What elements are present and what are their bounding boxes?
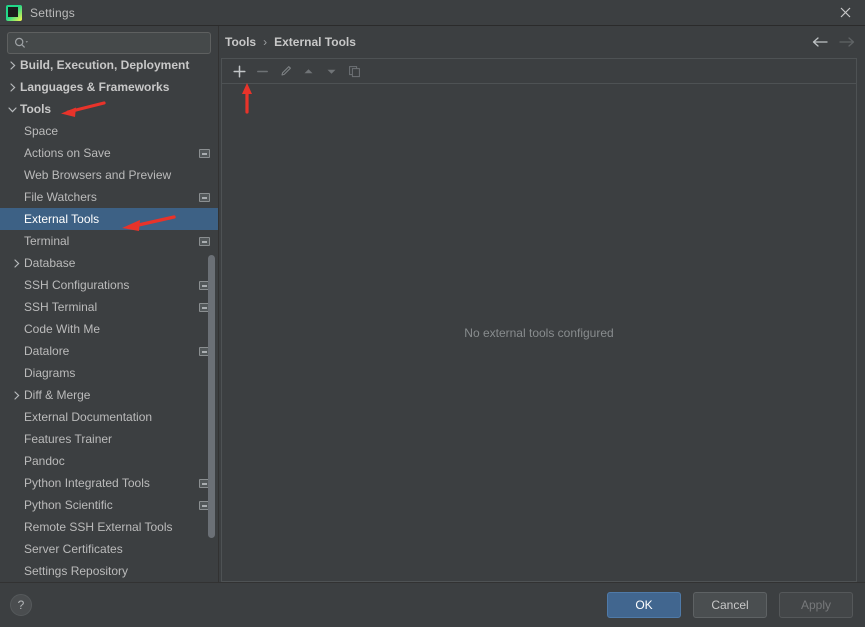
sidebar-item-terminal[interactable]: Terminal — [0, 230, 218, 252]
sidebar-item-python-integrated-tools[interactable]: Python Integrated Tools — [0, 472, 218, 494]
sidebar-item-datalore[interactable]: Datalore — [0, 340, 218, 362]
sidebar-item-label: Features Trainer — [24, 432, 113, 446]
search-icon — [14, 37, 29, 49]
sidebar-item-diagrams[interactable]: Diagrams — [0, 362, 218, 384]
sidebar-item-label: SSH Configurations — [24, 278, 130, 292]
settings-sidebar: Build, Execution, Deployment Languages & … — [0, 26, 219, 582]
sidebar-item-python-scientific[interactable]: Python Scientific — [0, 494, 218, 516]
sidebar-item-label: Actions on Save — [24, 146, 111, 160]
empty-state-message: No external tools configured — [464, 325, 614, 340]
sidebar-item-space[interactable]: Space — [0, 120, 218, 142]
sidebar-item-ssh-terminal[interactable]: SSH Terminal — [0, 296, 218, 318]
sidebar-item-settings-repository[interactable]: Settings Repository — [0, 560, 218, 582]
sidebar-item-external-documentation[interactable]: External Documentation — [0, 406, 218, 428]
breadcrumb-root[interactable]: Tools — [225, 35, 256, 49]
sidebar-item-features-trainer[interactable]: Features Trainer — [0, 428, 218, 450]
sidebar-item-remote-ssh-external-tools[interactable]: Remote SSH External Tools — [0, 516, 218, 538]
move-up-button[interactable] — [297, 61, 320, 82]
breadcrumb: Tools › External Tools — [219, 26, 865, 58]
sidebar-item-languages-frameworks[interactable]: Languages & Frameworks — [0, 76, 218, 98]
settings-content: Tools › External Tools No external tools… — [219, 26, 865, 582]
sidebar-item-label: Database — [24, 256, 76, 270]
sidebar-item-ssh-configurations[interactable]: SSH Configurations — [0, 274, 218, 296]
sidebar-item-external-tools[interactable]: External Tools — [0, 208, 218, 230]
chevron-down-icon[interactable] — [4, 105, 20, 114]
apply-button[interactable]: Apply — [779, 592, 853, 618]
sidebar-item-label: Pandoc — [24, 454, 65, 468]
sidebar-item-label: Diagrams — [24, 366, 76, 380]
sidebar-item-code-with-me[interactable]: Code With Me — [0, 318, 218, 340]
add-button[interactable] — [228, 61, 251, 82]
sidebar-item-label: Remote SSH External Tools — [24, 520, 173, 534]
project-scope-icon — [199, 236, 210, 246]
breadcrumb-current: External Tools — [274, 35, 356, 49]
sidebar-item-label: Build, Execution, Deployment — [20, 58, 190, 72]
search-box[interactable] — [7, 32, 211, 54]
sidebar-item-label: Code With Me — [24, 322, 101, 336]
window-title: Settings — [30, 5, 75, 20]
sidebar-item-label: SSH Terminal — [24, 300, 98, 314]
sidebar-item-label: External Documentation — [24, 410, 153, 424]
chevron-right-icon[interactable] — [8, 390, 24, 400]
settings-dialog: Settings Build, Execution, Deployment La… — [0, 0, 865, 627]
sidebar-item-build-execution-deployment[interactable]: Build, Execution, Deployment — [0, 54, 218, 76]
sidebar-item-label: Settings Repository — [24, 564, 129, 578]
sidebar-item-label: Python Scientific — [24, 498, 113, 512]
sidebar-item-label: Server Certificates — [24, 542, 123, 556]
move-down-button[interactable] — [320, 61, 343, 82]
copy-button[interactable] — [343, 61, 366, 82]
breadcrumb-separator: › — [263, 35, 268, 49]
chevron-right-icon[interactable] — [8, 258, 24, 268]
help-button[interactable]: ? — [10, 594, 32, 616]
cancel-button[interactable]: Cancel — [693, 592, 767, 618]
project-scope-icon — [199, 148, 210, 158]
sidebar-item-server-certificates[interactable]: Server Certificates — [0, 538, 218, 560]
arrow-right-icon[interactable] — [835, 31, 857, 53]
sidebar-item-actions-on-save[interactable]: Actions on Save — [0, 142, 218, 164]
pycharm-logo-icon — [6, 4, 22, 21]
external-tools-panel: No external tools configured — [221, 58, 857, 582]
sidebar-item-label: Python Integrated Tools — [24, 476, 150, 490]
search-input[interactable] — [29, 36, 204, 50]
chevron-right-icon[interactable] — [4, 82, 20, 92]
sidebar-item-label: Tools — [20, 102, 52, 116]
project-scope-icon — [199, 192, 210, 202]
sidebar-item-label: Space — [24, 124, 59, 138]
sidebar-scrollbar[interactable] — [208, 255, 215, 538]
sidebar-item-label: External Tools — [24, 212, 100, 226]
dialog-body: Build, Execution, Deployment Languages & … — [0, 26, 865, 582]
remove-button[interactable] — [251, 61, 274, 82]
sidebar-item-diff-merge[interactable]: Diff & Merge — [0, 384, 218, 406]
close-icon[interactable] — [825, 0, 865, 25]
sidebar-item-label: Web Browsers and Preview — [24, 168, 172, 182]
sidebar-item-label: Diff & Merge — [24, 388, 91, 402]
edit-button[interactable] — [274, 61, 297, 82]
sidebar-item-label: Terminal — [24, 234, 70, 248]
chevron-right-icon[interactable] — [4, 60, 20, 70]
sidebar-item-label: Languages & Frameworks — [20, 80, 170, 94]
sidebar-item-database[interactable]: Database — [0, 252, 218, 274]
dialog-footer: ? OK Cancel Apply — [0, 582, 865, 627]
external-tools-toolbar — [222, 59, 856, 84]
external-tools-list[interactable]: No external tools configured — [222, 84, 856, 581]
navigation-arrows — [809, 31, 857, 53]
arrow-left-icon[interactable] — [809, 31, 831, 53]
sidebar-item-web-browsers-and-preview[interactable]: Web Browsers and Preview — [0, 164, 218, 186]
dialog-buttons: OK Cancel Apply — [607, 592, 853, 618]
sidebar-item-file-watchers[interactable]: File Watchers — [0, 186, 218, 208]
settings-tree[interactable]: Build, Execution, Deployment Languages & … — [0, 53, 218, 582]
sidebar-item-pandoc[interactable]: Pandoc — [0, 450, 218, 472]
ok-button[interactable]: OK — [607, 592, 681, 618]
sidebar-item-label: File Watchers — [24, 190, 97, 204]
title-bar: Settings — [0, 0, 865, 26]
sidebar-item-label: Datalore — [24, 344, 70, 358]
sidebar-item-tools[interactable]: Tools — [0, 98, 218, 120]
